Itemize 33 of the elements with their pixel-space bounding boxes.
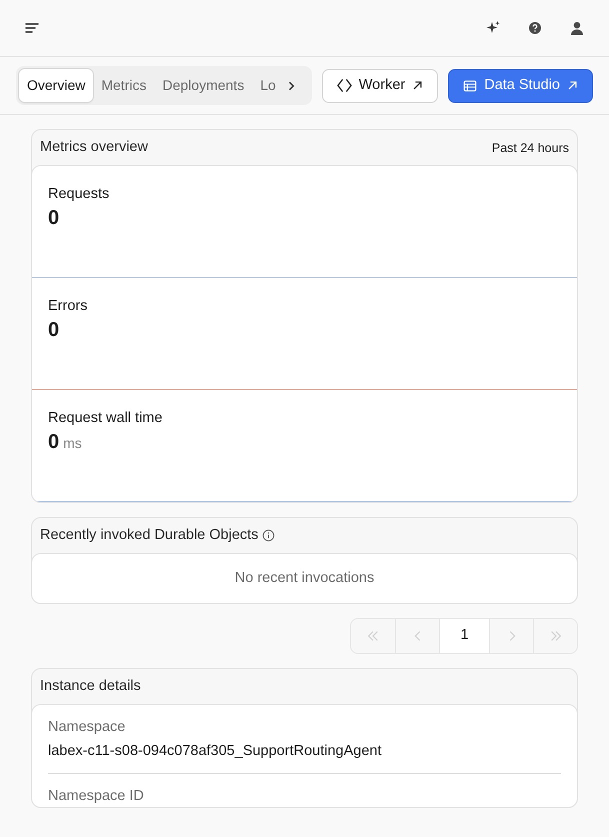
empty-message: No recent invocations: [234, 568, 376, 588]
external-link-icon: [412, 80, 424, 91]
code-brackets-icon: [336, 78, 352, 93]
card-title: Instance details: [40, 677, 141, 696]
field-label: Namespace: [48, 718, 126, 737]
field-label: Namespace ID: [48, 786, 145, 806]
card-title: Metrics overview: [40, 138, 148, 157]
data-studio-button[interactable]: Data Studio: [448, 68, 593, 102]
metric-label: Errors: [48, 296, 88, 316]
metric-unit: ms: [63, 434, 82, 452]
page-number[interactable]: 1: [439, 619, 489, 654]
field-value: labex-c11-s08-094c078af305_SupportRoutingAgent: [48, 740, 561, 774]
user-icon: [569, 20, 585, 36]
metric-label: Requests: [48, 184, 110, 204]
metric-value: 0: [48, 430, 60, 454]
tab[interactable]: Metrics: [93, 69, 154, 102]
tab[interactable]: Deployments: [154, 69, 252, 102]
worker-button[interactable]: Worker: [322, 68, 438, 102]
user-button[interactable]: [569, 20, 585, 36]
tab[interactable]: Overview: [19, 69, 94, 102]
card-title: Recently invoked Durable Objects: [40, 526, 258, 545]
table-icon: [463, 78, 478, 92]
metric-value: 0: [48, 206, 60, 230]
tab[interactable]: Lo: [252, 69, 284, 102]
metric-label: Request wall time: [48, 408, 164, 428]
metric-value: 0: [48, 318, 60, 342]
help-icon: [527, 20, 543, 36]
double-chevron-icon: [548, 629, 562, 644]
external-link-icon: [567, 80, 578, 91]
time-range: Past 24 hours: [492, 140, 569, 156]
info-icon[interactable]: [262, 529, 276, 542]
double-chevron-icon: [366, 629, 380, 644]
help-button[interactable]: [527, 20, 543, 36]
